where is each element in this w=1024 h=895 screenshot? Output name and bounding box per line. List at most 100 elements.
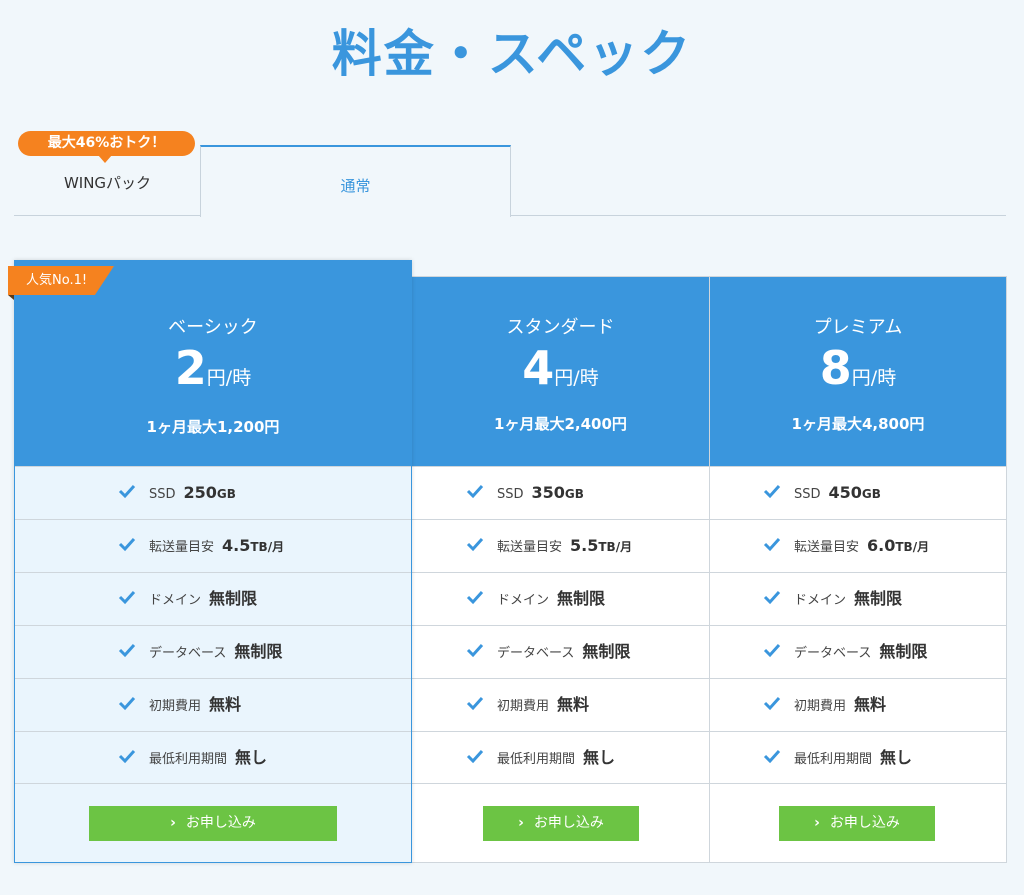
spec-value: 250	[183, 483, 217, 502]
plan-card-basic: ベーシック 2円/時 1ヶ月最大1,200円 SSD 250GB 転送量目安 4.5…	[14, 260, 412, 863]
tab-normal[interactable]: 通常	[200, 145, 511, 217]
spec-row-transfer: 転送量目安 5.5TB/月	[412, 519, 709, 572]
spec-label: SSD	[794, 487, 821, 502]
apply-button-label: お申し込み	[185, 815, 256, 831]
price-number: 2	[174, 341, 207, 395]
spec-label: 最低利用期間	[794, 752, 873, 767]
spec-label: データベース	[794, 646, 872, 661]
spec-value: 無し	[235, 748, 268, 767]
check-icon	[763, 537, 781, 552]
spec-row-initial-fee: 初期費用 無料	[412, 678, 709, 731]
spec-value: 無制限	[234, 642, 283, 661]
price-unit: 円/時	[851, 367, 897, 389]
plan-name: プレミアム	[813, 317, 903, 338]
plan-name: スタンダード	[506, 317, 615, 338]
spec-row-domain: ドメイン 無制限	[412, 572, 709, 625]
spec-row-database: データベース 無制限	[15, 625, 411, 678]
spec-row-database: データベース 無制限	[710, 625, 1006, 678]
check-icon	[466, 484, 484, 499]
apply-button[interactable]: › お申し込み	[483, 806, 639, 841]
plan-monthly-max: 1ヶ月最大2,400円	[494, 415, 627, 433]
spec-value: 無料	[209, 695, 242, 714]
spec-row-domain: ドメイン 無制限	[710, 572, 1006, 625]
check-icon	[118, 590, 136, 605]
plan-monthly-max: 1ヶ月最大4,800円	[791, 415, 925, 433]
apply-button[interactable]: › お申し込み	[89, 806, 337, 841]
spec-label: ドメイン	[149, 593, 202, 608]
price-unit: 円/時	[554, 367, 599, 389]
check-icon	[118, 484, 136, 499]
spec-value: 450	[828, 483, 862, 502]
spec-value: 無制限	[557, 589, 606, 608]
spec-value: 無し	[583, 748, 616, 767]
spec-row-transfer: 転送量目安 6.0TB/月	[710, 519, 1006, 572]
spec-row-database: データベース 無制限	[412, 625, 709, 678]
apply-button-label: お申し込み	[829, 815, 900, 831]
spec-label: 最低利用期間	[497, 752, 576, 767]
spec-row-ssd: SSD 450GB	[710, 466, 1006, 519]
plan-price: 4円/時	[412, 341, 709, 395]
apply-button[interactable]: › お申し込み	[779, 806, 935, 841]
discount-badge-label: 最大46%おトク！	[47, 135, 166, 151]
spec-row-initial-fee: 初期費用 無料	[710, 678, 1006, 731]
page-title: 料金・スペック	[331, 25, 693, 83]
spec-label: データベース	[497, 646, 575, 661]
check-icon	[763, 484, 781, 499]
spec-unit: TB/月	[250, 540, 285, 554]
spec-unit: GB	[216, 487, 236, 501]
plan-price: 2円/時	[15, 341, 411, 395]
check-icon	[466, 537, 484, 552]
spec-value: 無制限	[582, 642, 631, 661]
spec-label: SSD	[149, 487, 176, 502]
chevron-right-icon: ›	[170, 815, 176, 831]
spec-unit: TB/月	[895, 540, 930, 554]
check-icon	[763, 696, 781, 711]
check-icon	[118, 696, 136, 711]
price-number: 4	[522, 341, 555, 395]
plan-header: プレミアム 8円/時 1ヶ月最大4,800円	[710, 277, 1006, 466]
spec-label: 初期費用	[497, 699, 550, 714]
cta-row: › お申し込み	[15, 783, 411, 863]
spec-value: 無料	[557, 695, 590, 714]
spec-value: 6.0	[867, 536, 896, 555]
spec-label: 最低利用期間	[149, 752, 228, 767]
spec-value: 無制限	[209, 589, 258, 608]
check-icon	[466, 696, 484, 711]
discount-badge: 最大46%おトク！	[18, 131, 195, 163]
discount-badge-pointer	[98, 155, 112, 163]
spec-row-min-period: 最低利用期間 無し	[412, 731, 709, 784]
plan-card-standard: スタンダード 4円/時 1ヶ月最大2,400円 SSD 350GB 転送量目安 5.…	[411, 276, 710, 863]
spec-value: 無料	[854, 695, 887, 714]
spec-unit: GB	[861, 487, 881, 501]
plan-monthly-max: 1ヶ月最大1,200円	[146, 418, 280, 436]
check-icon	[118, 749, 136, 764]
tab-normal-label: 通常	[340, 177, 371, 195]
tab-wing-pack-label: WINGパック	[63, 174, 152, 192]
check-icon	[466, 749, 484, 764]
spec-label: SSD	[497, 487, 524, 502]
plan-header: スタンダード 4円/時 1ヶ月最大2,400円	[412, 277, 709, 466]
plan-name: ベーシック	[168, 317, 258, 338]
spec-label: 初期費用	[149, 699, 202, 714]
spec-label: 転送量目安	[149, 540, 215, 555]
spec-label: 転送量目安	[497, 540, 563, 555]
spec-value: 無し	[880, 748, 913, 767]
apply-button-label: お申し込み	[533, 815, 604, 831]
check-icon	[763, 749, 781, 764]
cta-row: › お申し込み	[710, 783, 1006, 863]
spec-row-min-period: 最低利用期間 無し	[710, 731, 1006, 784]
chevron-right-icon: ›	[814, 815, 820, 831]
spec-label: データベース	[149, 646, 227, 661]
spec-row-ssd: SSD 250GB	[15, 466, 411, 519]
spec-value: 無制限	[879, 642, 928, 661]
check-icon	[118, 537, 136, 552]
spec-row-min-period: 最低利用期間 無し	[15, 731, 411, 784]
chevron-right-icon: ›	[518, 815, 524, 831]
spec-row-ssd: SSD 350GB	[412, 466, 709, 519]
spec-unit: GB	[564, 487, 584, 501]
spec-label: 初期費用	[794, 699, 847, 714]
price-number: 8	[819, 341, 852, 395]
check-icon	[118, 643, 136, 658]
check-icon	[466, 643, 484, 658]
popular-badge-fold	[8, 295, 14, 300]
